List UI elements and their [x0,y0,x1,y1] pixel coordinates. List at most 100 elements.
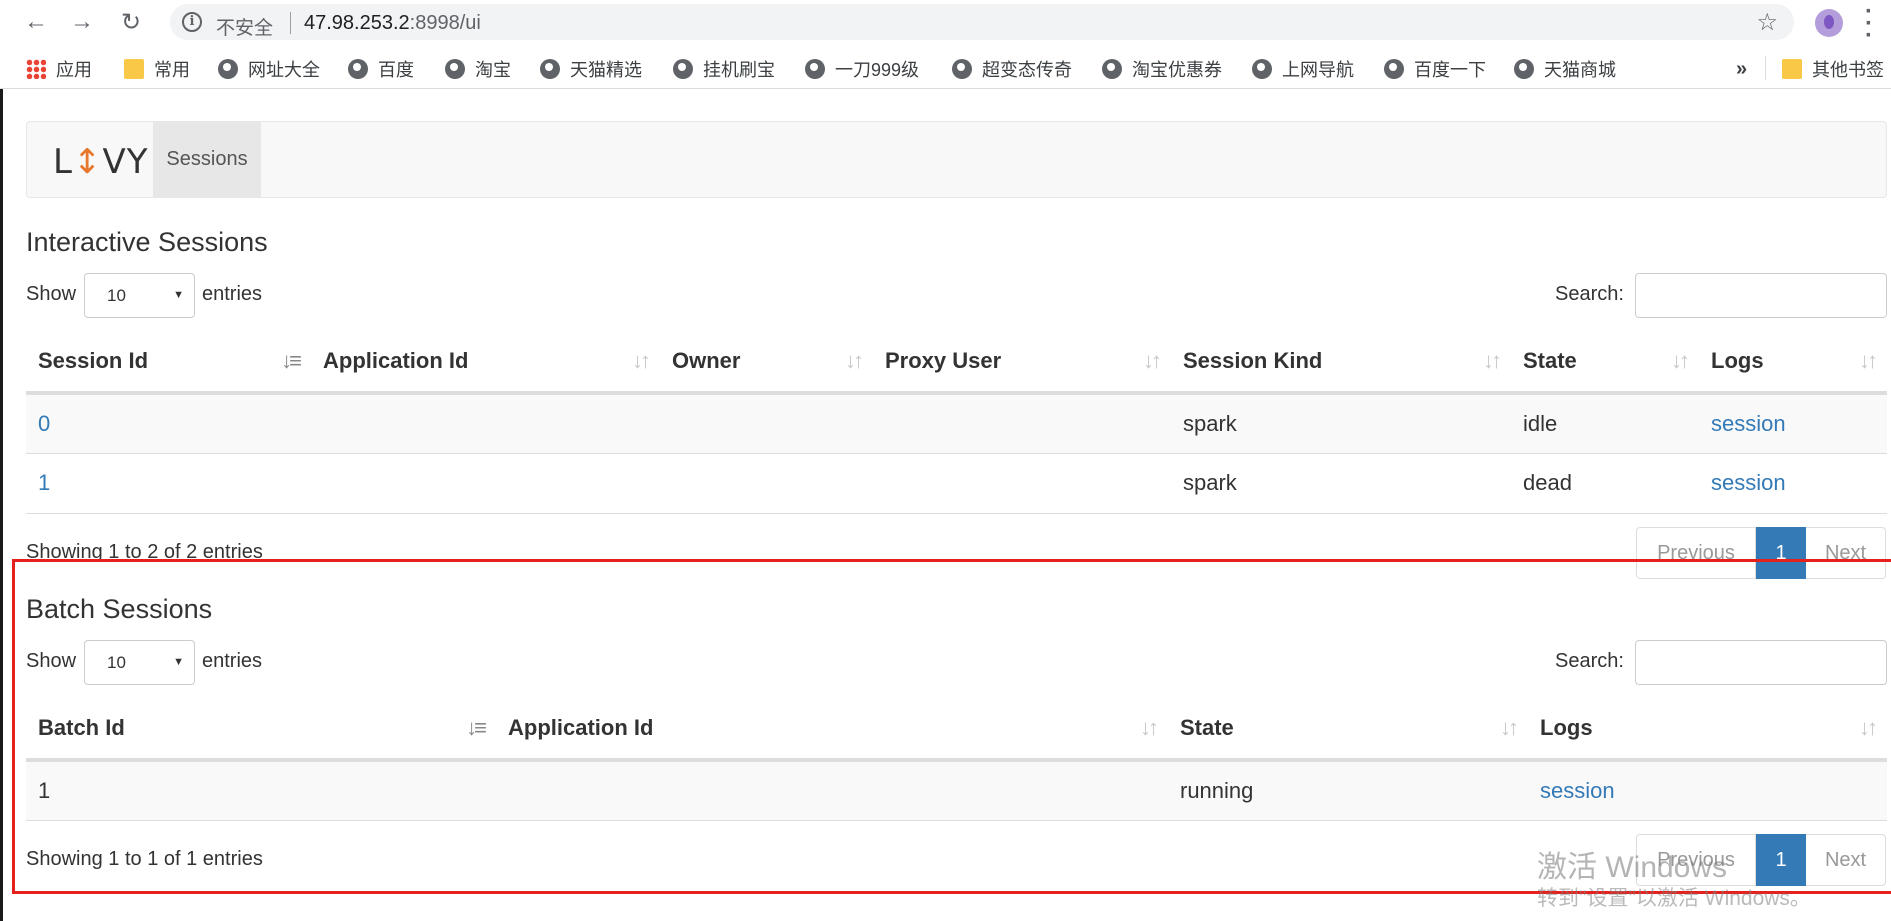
more-bookmarks-chevron[interactable]: » [1736,58,1747,81]
bookmark-folder-common[interactable]: 常用 [124,55,190,83]
bookmark-item[interactable]: 天猫商城 [1514,55,1616,83]
reload-icon[interactable]: ↻ [117,8,145,36]
show-label: Show [26,650,77,672]
logo-accent: ↕ [72,142,103,182]
column-logs[interactable]: Logs ↓↑ [1528,698,1887,762]
column-label: Application Id [323,348,469,373]
nav-sessions-link[interactable]: Sessions [153,122,261,197]
search-input[interactable] [1635,640,1887,685]
column-application-id[interactable]: Application Id ↓↑ [496,698,1168,762]
back-arrow-icon[interactable]: ← [22,8,50,36]
previous-button[interactable]: Previous [1636,527,1756,579]
sort-ascending-icon: ↓≡ [466,715,487,740]
bookmark-item[interactable]: 超变态传奇 [952,55,1072,83]
bookmark-item[interactable]: 淘宝优惠券 [1102,55,1222,83]
logs-link[interactable]: session [1699,453,1887,514]
column-session-id[interactable]: Session Id ↓≡ [26,331,311,395]
bookmark-item[interactable]: 挂机刷宝 [673,55,775,83]
interactive-sessions-title: Interactive Sessions [26,227,268,257]
next-button[interactable]: Next [1806,527,1886,579]
session-id-link[interactable]: 1 [26,453,311,514]
column-state[interactable]: State ↓↑ [1168,698,1528,762]
column-batch-id[interactable]: Batch Id ↓≡ [26,698,496,762]
bookmark-label: 应用 [56,60,92,80]
globe-icon [952,59,972,79]
sort-icon: ↓↑ [1500,715,1519,740]
globe-icon [540,59,560,79]
bookmark-item[interactable]: 百度一下 [1384,55,1486,83]
logo-left: L [53,142,73,182]
bookmark-star-icon[interactable]: ☆ [1756,8,1778,37]
session-id-link[interactable]: 0 [26,393,311,454]
dropdown-caret-icon: ▼ [173,656,184,668]
batch-sessions-table: Batch Id ↓≡ Application Id ↓↑ State ↓↑ Logs… [26,698,1887,821]
bookmark-item[interactable]: 天猫精选 [540,55,642,83]
browser-toolbar: ← → ↻ i 不安全 47.98.253.2:8998/ui ☆ · · · [0,0,1891,48]
globe-icon [348,59,368,79]
page-length-value: 10 [107,286,126,305]
column-owner[interactable]: Owner ↓↑ [660,331,873,395]
profile-avatar[interactable] [1815,9,1843,37]
table-info: Showing 1 to 1 of 1 entries [26,848,263,870]
forward-arrow-icon[interactable]: → [68,8,96,36]
sort-icon: ↓↑ [632,348,651,373]
sort-icon: ↓↑ [845,348,864,373]
bookmark-label: 超变态传奇 [982,60,1072,80]
state-cell: dead [1511,453,1699,514]
globe-icon [673,59,693,79]
column-label: Session Kind [1183,348,1323,373]
session-kind-cell: spark [1171,393,1511,454]
column-session-kind[interactable]: Session Kind ↓↑ [1171,331,1511,395]
bookmark-other[interactable]: 其他书签 [1782,55,1884,83]
insecure-label: 不安全 [216,18,274,39]
logs-link[interactable]: session [1699,393,1887,454]
column-proxy-user[interactable]: Proxy User ↓↑ [873,331,1171,395]
menu-kebab-icon[interactable]: · · · [1865,0,1873,48]
page-1-button[interactable]: 1 [1756,527,1806,579]
bookmark-item[interactable]: 上网导航 [1252,55,1354,83]
bookmark-item[interactable]: 淘宝 [445,55,511,83]
bookmarks-divider [1765,56,1766,80]
page-1-button[interactable]: 1 [1756,834,1806,886]
column-label: Logs [1540,715,1593,740]
application-id-cell [311,453,660,514]
globe-icon [1102,59,1122,79]
bookmark-label: 天猫商城 [1544,60,1616,80]
column-application-id[interactable]: Application Id ↓↑ [311,331,660,395]
bookmark-item[interactable]: 一刀999级 [805,55,919,83]
search-label: Search: [1555,650,1624,672]
page-length-select[interactable]: 10 ▼ [84,273,195,318]
column-logs[interactable]: Logs ↓↑ [1699,331,1887,395]
table-row: 1 spark dead session [26,453,1887,514]
bookmark-item[interactable]: 网址大全 [218,55,320,83]
page-length-value: 10 [107,653,126,672]
session-kind-cell: spark [1171,453,1511,514]
bookmark-apps[interactable]: 应用 [26,55,92,83]
info-icon[interactable]: i [182,12,202,32]
column-label: Proxy User [885,348,1002,373]
sort-icon: ↓↑ [1140,715,1159,740]
interactive-sessions-table: Session Id ↓≡ Application Id ↓↑ Owner ↓↑ Pr… [26,331,1887,514]
chrome-bottom-border [0,88,1891,89]
bookmark-label: 其他书签 [1812,60,1884,80]
livy-navbar: L↕VY Sessions [26,121,1887,198]
bookmark-item[interactable]: 百度 [348,55,414,83]
bookmark-label: 网址大全 [248,60,320,80]
column-state[interactable]: State ↓↑ [1511,331,1699,395]
bookmark-label: 常用 [154,60,190,80]
url-text[interactable]: 47.98.253.2:8998/ui [304,12,481,35]
sort-ascending-icon: ↓≡ [281,348,302,373]
next-button[interactable]: Next [1806,834,1886,886]
activation-watermark-title: 激活 Windows [1537,851,1728,884]
livy-logo[interactable]: L↕VY [53,142,148,182]
column-label: State [1180,715,1234,740]
table-row: 1 running session [26,760,1887,821]
address-bar[interactable]: i 不安全 47.98.253.2:8998/ui ☆ [170,4,1794,40]
folder-icon [1782,59,1802,79]
search-input[interactable] [1635,273,1887,318]
logs-link[interactable]: session [1528,760,1887,821]
bookmark-label: 天猫精选 [570,60,642,80]
page-length-select[interactable]: 10 ▼ [84,640,195,685]
pagination: Previous 1 Next [1636,527,1886,579]
globe-icon [1514,59,1534,79]
